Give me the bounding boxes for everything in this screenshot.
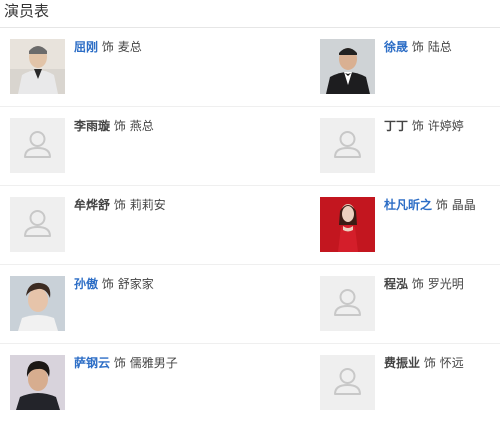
cast-item: 萨钢云 饰 儒雅男子	[10, 355, 178, 410]
role-connector: 饰	[411, 277, 424, 291]
cast-title: 演员表	[4, 2, 50, 20]
actor-photo[interactable]	[320, 197, 375, 252]
role-name: 怀远	[439, 356, 464, 370]
cast-item: 程泓 饰 罗光明	[320, 276, 464, 331]
actor-photo[interactable]	[320, 39, 375, 94]
role-name: 许婷婷	[427, 119, 464, 133]
cast-header: 演员表	[0, 0, 500, 28]
cast-item: 徐晟 饰 陆总	[320, 39, 452, 94]
role-name: 罗光明	[427, 277, 464, 291]
cast-row: 萨钢云 饰 儒雅男子 费振业 饰 怀远	[0, 344, 500, 422]
cast-row: 屈刚 饰 麦总 徐晟 饰 陆总	[0, 28, 500, 107]
cast-item: 杜凡昕之 饰 晶晶	[320, 197, 476, 252]
cast-item: 丁丁 饰 许婷婷	[320, 118, 464, 173]
placeholder-avatar-icon	[10, 118, 65, 173]
actor-name-link[interactable]: 孙傲	[74, 277, 98, 291]
placeholder-avatar-icon	[320, 118, 375, 173]
role-connector: 饰	[113, 356, 126, 370]
actor-name-link[interactable]: 徐晟	[384, 40, 408, 54]
placeholder-avatar-icon	[320, 276, 375, 331]
actor-photo[interactable]	[10, 39, 65, 94]
role-connector: 饰	[423, 356, 436, 370]
placeholder-avatar-icon	[320, 355, 375, 410]
cast-row: 孙傲 饰 舒家家 程泓 饰 罗光明	[0, 265, 500, 344]
placeholder-avatar-icon	[10, 197, 65, 252]
actor-photo[interactable]	[10, 276, 65, 331]
role-name: 陆总	[427, 40, 452, 54]
actor-photo[interactable]	[10, 355, 65, 410]
actor-name-link[interactable]: 萨钢云	[74, 356, 110, 370]
cast-item: 孙傲 饰 舒家家	[10, 276, 154, 331]
role-connector: 饰	[435, 198, 448, 212]
role-connector: 饰	[101, 277, 114, 291]
role-name: 舒家家	[117, 277, 154, 291]
cast-item: 李雨璇 饰 燕总	[10, 118, 154, 173]
cast-row: 李雨璇 饰 燕总 丁丁 饰 许婷婷	[0, 107, 500, 186]
role-name: 莉莉安	[129, 198, 166, 212]
actor-name-link[interactable]: 杜凡昕之	[384, 198, 432, 212]
role-name: 麦总	[117, 40, 142, 54]
role-connector: 饰	[411, 40, 424, 54]
role-name: 儒雅男子	[129, 356, 178, 370]
actor-name: 李雨璇	[74, 119, 111, 133]
role-name: 晶晶	[451, 198, 476, 212]
cast-list: 屈刚 饰 麦总 徐晟 饰 陆总 李雨璇 饰 燕总 丁丁 饰 许婷婷 牟烨舒 饰 …	[0, 28, 500, 422]
cast-item: 屈刚 饰 麦总	[10, 39, 142, 94]
cast-item: 牟烨舒 饰 莉莉安	[10, 197, 166, 252]
actor-name: 费振业	[384, 356, 421, 370]
actor-name: 牟烨舒	[74, 198, 111, 212]
role-name: 燕总	[129, 119, 154, 133]
actor-name: 丁丁	[384, 119, 409, 133]
role-connector: 饰	[113, 119, 126, 133]
cast-item: 费振业 饰 怀远	[320, 355, 464, 410]
role-connector: 饰	[113, 198, 126, 212]
role-connector: 饰	[411, 119, 424, 133]
actor-name-link[interactable]: 屈刚	[74, 40, 98, 54]
role-connector: 饰	[101, 40, 114, 54]
actor-name: 程泓	[384, 277, 409, 291]
cast-row: 牟烨舒 饰 莉莉安 杜凡昕之 饰 晶晶	[0, 186, 500, 265]
